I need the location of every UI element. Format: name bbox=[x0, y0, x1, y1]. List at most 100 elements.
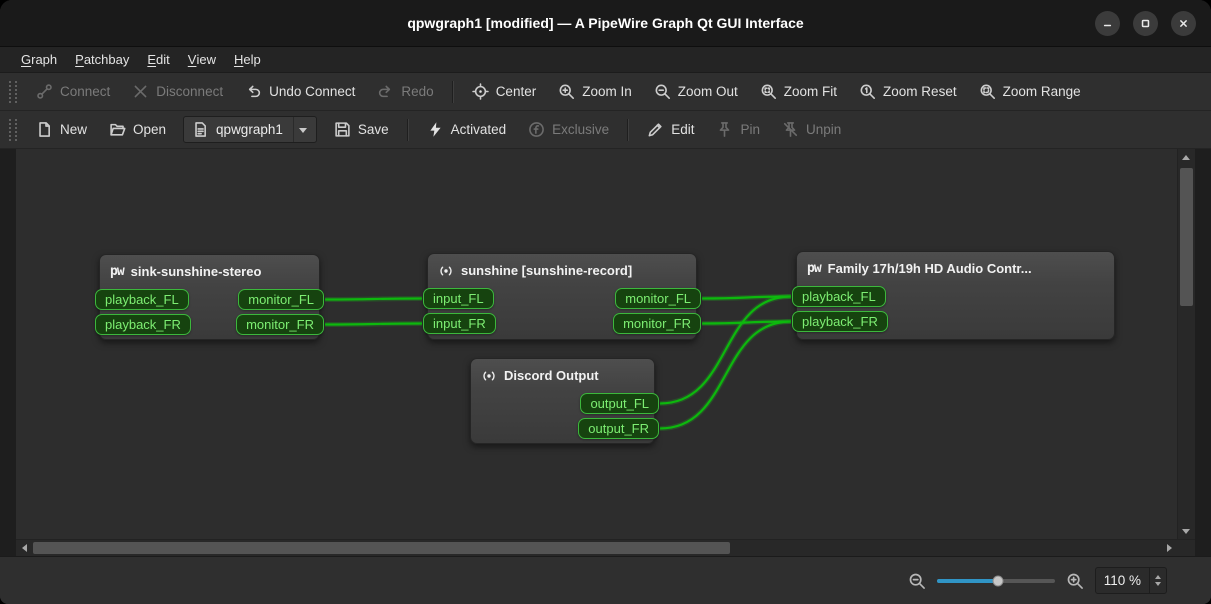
node-sunshine[interactable]: sunshine [sunshine-record]input_FLinput_… bbox=[427, 253, 697, 340]
new-icon bbox=[36, 121, 53, 138]
scroll-left-arrow[interactable] bbox=[16, 540, 32, 556]
zoom-spinbox[interactable]: 110 % bbox=[1095, 567, 1167, 594]
patchbay-name: qpwgraph1 bbox=[216, 122, 283, 137]
pipewire-icon: pw bbox=[110, 264, 124, 280]
graph-toolbar: ConnectDisconnectUndo ConnectRedoCenterZ… bbox=[0, 73, 1211, 111]
edit-button[interactable]: Edit bbox=[637, 115, 704, 145]
zoom-spin-buttons bbox=[1149, 568, 1166, 593]
node-sink[interactable]: pwsink-sunshine-stereoplayback_FLplaybac… bbox=[99, 254, 320, 340]
port-family-playback_FL[interactable]: playback_FL bbox=[792, 286, 886, 307]
port-sunshine-monitor_FL[interactable]: monitor_FL bbox=[615, 288, 701, 309]
port-discord-output_FL[interactable]: output_FL bbox=[580, 393, 659, 414]
port-family-playback_FR[interactable]: playback_FR bbox=[792, 311, 888, 332]
zoom-slider-handle[interactable] bbox=[993, 575, 1004, 586]
close-button[interactable] bbox=[1171, 11, 1196, 36]
menu-view[interactable]: View bbox=[179, 47, 225, 72]
toolbar-drag-handle[interactable] bbox=[9, 81, 17, 103]
node-family[interactable]: pwFamily 17h/19h HD Audio Contr...playba… bbox=[796, 251, 1115, 340]
connection-wires bbox=[16, 149, 1177, 539]
open-button[interactable]: Open bbox=[99, 115, 176, 145]
zoom-spin-down[interactable] bbox=[1155, 582, 1161, 586]
scroll-right-arrow[interactable] bbox=[1161, 540, 1177, 556]
port-sunshine-monitor_FR[interactable]: monitor_FR bbox=[613, 313, 701, 334]
center-icon bbox=[472, 83, 489, 100]
scroll-down-arrow[interactable] bbox=[1178, 523, 1194, 539]
zoom-slider[interactable] bbox=[937, 571, 1055, 591]
graph-canvas[interactable]: pwsink-sunshine-stereoplayback_FLplaybac… bbox=[16, 149, 1177, 539]
node-title: pwFamily 17h/19h HD Audio Contr... bbox=[797, 252, 1114, 281]
menubar: GraphPatchbayEditViewHelp bbox=[0, 47, 1211, 73]
connection-sink.monitor_FL-to-sunshine.input_FL[interactable] bbox=[325, 299, 422, 300]
toolbar-separator bbox=[627, 119, 629, 141]
dropdown-arrow-icon[interactable] bbox=[293, 117, 312, 142]
pin-icon bbox=[716, 121, 733, 138]
zoom-out-button[interactable]: Zoom Out bbox=[644, 77, 748, 107]
pin-button: Pin bbox=[706, 115, 770, 145]
port-sunshine-input_FR[interactable]: input_FR bbox=[423, 313, 496, 334]
menu-help[interactable]: Help bbox=[225, 47, 270, 72]
horizontal-scrollbar[interactable] bbox=[16, 539, 1177, 556]
undo-connect-button[interactable]: Undo Connect bbox=[235, 77, 365, 107]
disconnect-button: Disconnect bbox=[122, 77, 233, 107]
new-button[interactable]: New bbox=[26, 115, 97, 145]
horizontal-scrollbar-thumb[interactable] bbox=[33, 542, 730, 554]
activated-button[interactable]: Activated bbox=[417, 115, 517, 145]
connection-sink.monitor_FR-to-sunshine.input_FR[interactable] bbox=[325, 324, 422, 325]
window-controls bbox=[1095, 11, 1211, 36]
save-icon bbox=[334, 121, 351, 138]
zoom-out-icon bbox=[654, 83, 671, 100]
vertical-scrollbar[interactable] bbox=[1177, 149, 1195, 539]
pipewire-icon: pw bbox=[807, 261, 821, 277]
patchbay-select[interactable]: qpwgraph1 bbox=[183, 116, 317, 143]
port-sink-monitor_FR[interactable]: monitor_FR bbox=[236, 314, 324, 335]
patchbay-file-icon bbox=[192, 121, 209, 138]
node-title: pwsink-sunshine-stereo bbox=[100, 255, 319, 284]
scrollbar-corner bbox=[1177, 539, 1195, 556]
scroll-up-arrow[interactable] bbox=[1178, 149, 1194, 165]
zoom-reset-button[interactable]: Zoom Reset bbox=[849, 77, 967, 107]
titlebar[interactable]: qpwgraph1 [modified] — A PipeWire Graph … bbox=[0, 0, 1211, 47]
unpin-button: Unpin bbox=[772, 115, 851, 145]
window-title: qpwgraph1 [modified] — A PipeWire Graph … bbox=[0, 15, 1211, 31]
port-discord-output_FR[interactable]: output_FR bbox=[578, 418, 659, 439]
port-sink-monitor_FL[interactable]: monitor_FL bbox=[238, 289, 324, 310]
central-area: pwsink-sunshine-stereoplayback_FLplaybac… bbox=[0, 149, 1211, 556]
zoom-out-icon bbox=[908, 572, 926, 590]
zoom-value: 110 % bbox=[1096, 568, 1149, 593]
redo-icon bbox=[377, 83, 394, 100]
zoom-fit-button[interactable]: Zoom Fit bbox=[750, 77, 847, 107]
menu-edit[interactable]: Edit bbox=[138, 47, 178, 72]
zoom-reset-icon bbox=[859, 83, 876, 100]
port-sink-playback_FL[interactable]: playback_FL bbox=[95, 289, 189, 310]
edit-icon bbox=[647, 121, 664, 138]
zoom-in-button[interactable]: Zoom In bbox=[548, 77, 642, 107]
undo-icon bbox=[245, 83, 262, 100]
app-window: qpwgraph1 [modified] — A PipeWire Graph … bbox=[0, 0, 1211, 604]
patchbay-toolbar: NewOpen qpwgraph1 Save ActivatedExclusive Ed… bbox=[0, 111, 1211, 149]
statusbar: 110 % bbox=[0, 556, 1211, 604]
zoom-in-icon bbox=[1066, 572, 1084, 590]
minimize-button[interactable] bbox=[1095, 11, 1120, 36]
activated-icon bbox=[427, 121, 444, 138]
toolbar-drag-handle[interactable] bbox=[9, 119, 17, 141]
menu-graph[interactable]: Graph bbox=[12, 47, 66, 72]
zoom-fit-icon bbox=[760, 83, 777, 100]
center-button[interactable]: Center bbox=[462, 77, 547, 107]
node-discord[interactable]: Discord Outputoutput_FLoutput_FR bbox=[470, 358, 655, 444]
zoom-in-icon bbox=[558, 83, 575, 100]
menu-patchbay[interactable]: Patchbay bbox=[66, 47, 138, 72]
toolbar-separator bbox=[407, 119, 409, 141]
vertical-scrollbar-thumb[interactable] bbox=[1180, 168, 1193, 306]
disconnect-icon bbox=[132, 83, 149, 100]
port-sink-playback_FR[interactable]: playback_FR bbox=[95, 314, 191, 335]
node-title: Discord Output bbox=[471, 359, 654, 388]
port-sunshine-input_FL[interactable]: input_FL bbox=[423, 288, 494, 309]
zoom-spin-up[interactable] bbox=[1155, 575, 1161, 579]
stream-icon bbox=[438, 263, 454, 279]
stream-icon bbox=[481, 368, 497, 384]
maximize-button[interactable] bbox=[1133, 11, 1158, 36]
zoom-range-button[interactable]: Zoom Range bbox=[969, 77, 1091, 107]
connect-icon bbox=[36, 83, 53, 100]
save-button[interactable]: Save bbox=[324, 115, 399, 145]
exclusive-button: Exclusive bbox=[518, 115, 619, 145]
